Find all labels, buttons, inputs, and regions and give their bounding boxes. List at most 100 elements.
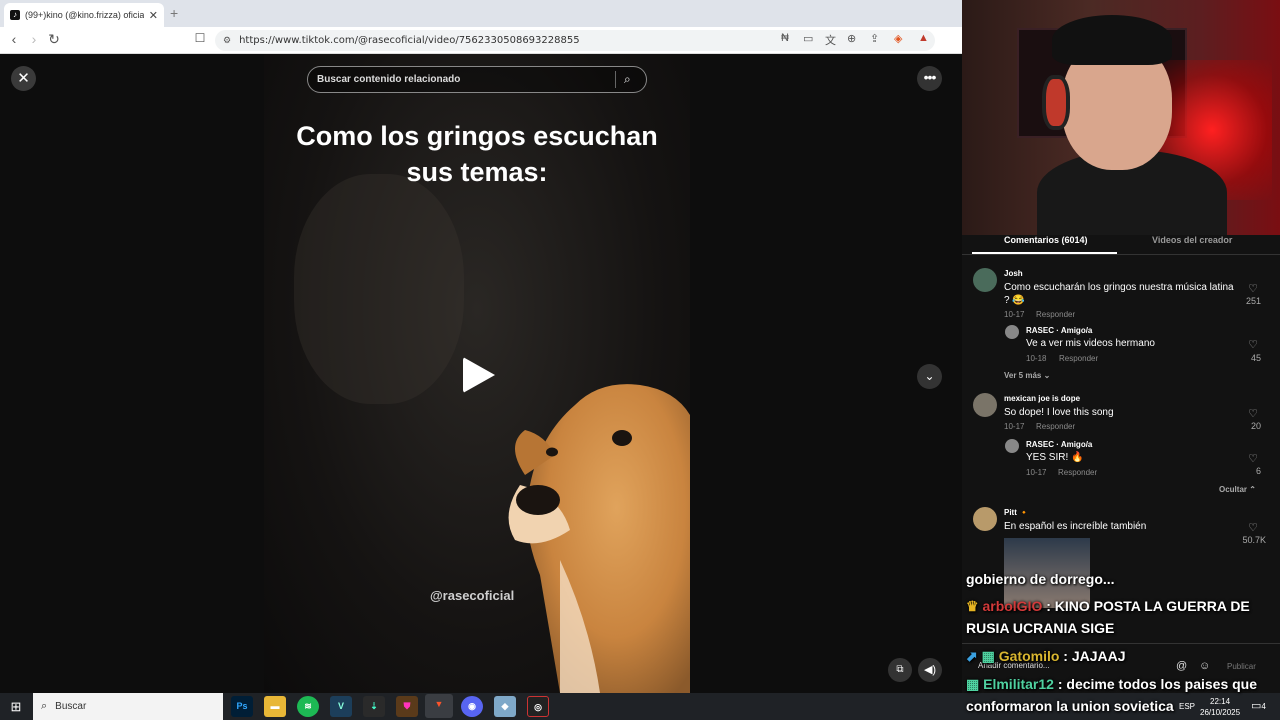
person-cap (1052, 15, 1172, 65)
play-icon[interactable] (463, 357, 495, 393)
taskbar-search[interactable]: ⌕ Buscar (33, 693, 223, 720)
bookmark-icon[interactable]: ☐ (191, 31, 209, 45)
related-search-input[interactable]: Buscar contenido relacionado ⌕ (307, 66, 647, 93)
comment-text-line: ? 😂 (1004, 295, 1025, 306)
comment-username[interactable]: RASEC · Amigo/a (1026, 326, 1092, 335)
caption-line-2: sus temas: (406, 157, 548, 187)
tab-title: (99+)kino (@kino.frizza) oficial | (25, 10, 144, 20)
avatar[interactable] (973, 268, 997, 292)
like-icon[interactable]: ♡ (1241, 282, 1265, 295)
zoom-icon[interactable]: ⊕ (847, 32, 856, 45)
badge-icon: ▦ (981, 648, 995, 664)
comment-date: 10-17 (1026, 468, 1047, 477)
tab-divider (962, 254, 1280, 255)
share-icon[interactable]: ⇪ (870, 32, 879, 45)
discord-icon[interactable]: ◉ (461, 696, 483, 717)
notification-icon[interactable]: ▭4 (1251, 699, 1266, 712)
clock[interactable]: 22:14 26/10/2025 (1200, 696, 1240, 718)
taskbar-search-label: Buscar (55, 701, 87, 712)
notification-count: 4 (1261, 702, 1266, 711)
emoji-icon[interactable]: ☺ (1199, 660, 1210, 672)
file-explorer-icon[interactable]: ▬ (264, 696, 286, 717)
obs-icon[interactable]: ◎ (527, 696, 549, 717)
tab-close-icon[interactable]: ✕ (149, 9, 158, 22)
picture-in-picture-icon[interactable]: ⧉ (888, 658, 912, 682)
comment-text: En español es increíble también (1004, 521, 1147, 532)
comment-username[interactable]: Josh (1004, 269, 1023, 278)
chat-username: arbolGIO (982, 598, 1043, 614)
app-shield-icon[interactable]: ⛊ (396, 696, 418, 717)
background-figure (294, 174, 464, 404)
vegas-icon[interactable]: V (330, 696, 352, 717)
chat-message: ♛ arbolGIO : KINO POSTA LA GUERRA DE RUS… (966, 595, 1276, 639)
like-icon[interactable]: ♡ (1241, 338, 1265, 351)
chat-text: : decime todos los paises que (1053, 676, 1258, 692)
mention-icon[interactable]: @ (1176, 660, 1187, 672)
back-icon[interactable]: ‹ (5, 31, 23, 47)
language-indicator[interactable]: ESP (1179, 702, 1195, 711)
chat-message: ⬈ ▦ Gatomilo : JAJAAJ (966, 645, 1126, 667)
avatar[interactable] (973, 507, 997, 531)
windows-start-icon[interactable]: ⊞ (0, 693, 32, 720)
cast-icon[interactable]: ▭ (803, 32, 813, 45)
panel-divider (962, 643, 1280, 644)
comment-date: 10-17 (1004, 310, 1025, 319)
reader-mode-icon[interactable]: ₦ (781, 32, 789, 44)
webcam-overlay (962, 0, 1280, 235)
app-icon[interactable]: ⇣ (363, 696, 385, 717)
volume-icon[interactable]: ◀) (918, 658, 942, 682)
video-watermark: @rasecoficial (430, 588, 515, 603)
publish-button[interactable]: Publicar (1227, 662, 1256, 671)
chat-username: Gatomilo (998, 648, 1060, 664)
avatar[interactable] (1005, 325, 1019, 339)
url-text: https://www.tiktok.com/@rasecoficial/vid… (239, 35, 580, 46)
reply-button[interactable]: Responder (1058, 468, 1097, 477)
forward-icon[interactable]: › (25, 31, 43, 47)
chat-text: RUSIA UCRANIA SIGE (966, 620, 1115, 636)
comment-username[interactable]: Pitt 🔸 (1004, 508, 1029, 517)
next-video-button[interactable]: ⌄ (917, 364, 942, 389)
chat-text: : JAJAAJ (1059, 648, 1126, 664)
see-more-replies-button[interactable]: Ver 5 más ⌄ (1004, 371, 1050, 380)
chat-username: Elmilitar12 (983, 676, 1054, 692)
search-placeholder: Buscar contenido relacionado (317, 74, 461, 85)
comment-username[interactable]: mexican joe is dope (1004, 394, 1080, 403)
like-icon[interactable]: ♡ (1241, 521, 1265, 534)
dog-image (508, 384, 690, 693)
photoshop-icon[interactable]: Ps (231, 696, 253, 717)
brave-browser-icon[interactable]: ▼ (425, 694, 453, 718)
clock-time: 22:14 (1210, 697, 1231, 706)
reply-button[interactable]: Responder (1036, 310, 1075, 319)
brave-shield-icon[interactable]: ◈ (894, 32, 902, 45)
tab-comments[interactable]: Comentarios (6014) (1004, 235, 1088, 245)
tiktok-favicon-icon: ♪ (10, 10, 20, 20)
site-info-icon[interactable]: ⚙ (223, 35, 231, 46)
reload-icon[interactable]: ↻ (45, 31, 63, 48)
hide-replies-button[interactable]: Ocultar ⌃ (1219, 485, 1256, 494)
reply-button[interactable]: Responder (1059, 354, 1098, 363)
tab-creator-videos[interactable]: Videos del creador (1152, 235, 1232, 245)
comment-date: 10-17 (1004, 422, 1025, 431)
comment-text: Ve a ver mis videos hermano (1026, 338, 1155, 349)
spotify-icon[interactable]: ≋ (297, 696, 319, 717)
search-divider (615, 71, 616, 88)
like-icon[interactable]: ♡ (1241, 407, 1265, 420)
translate-icon[interactable]: 文 (825, 32, 836, 48)
like-icon[interactable]: ♡ (1241, 452, 1265, 465)
brave-rewards-icon[interactable]: ▲ (918, 32, 929, 44)
more-options-button[interactable]: ••• (917, 66, 942, 91)
comment-date: 10-18 (1026, 354, 1047, 363)
reply-button[interactable]: Responder (1036, 422, 1075, 431)
new-tab-button[interactable]: + (170, 5, 178, 21)
crown-badge-icon: ♛ (966, 598, 979, 614)
comment-username[interactable]: RASEC · Amigo/a (1026, 440, 1092, 449)
avatar[interactable] (1005, 439, 1019, 453)
search-icon[interactable]: ⌕ (624, 72, 646, 87)
chat-text: : KINO POSTA LA GUERRA DE (1042, 598, 1250, 614)
close-video-button[interactable]: ✕ (11, 66, 36, 91)
browser-tab[interactable]: ♪ (99+)kino (@kino.frizza) oficial | ✕ (4, 3, 164, 27)
like-count: 50.7K (1242, 535, 1266, 545)
headset-icon (1042, 75, 1070, 130)
avatar[interactable] (973, 393, 997, 417)
app-icon[interactable]: ◆ (494, 696, 516, 717)
